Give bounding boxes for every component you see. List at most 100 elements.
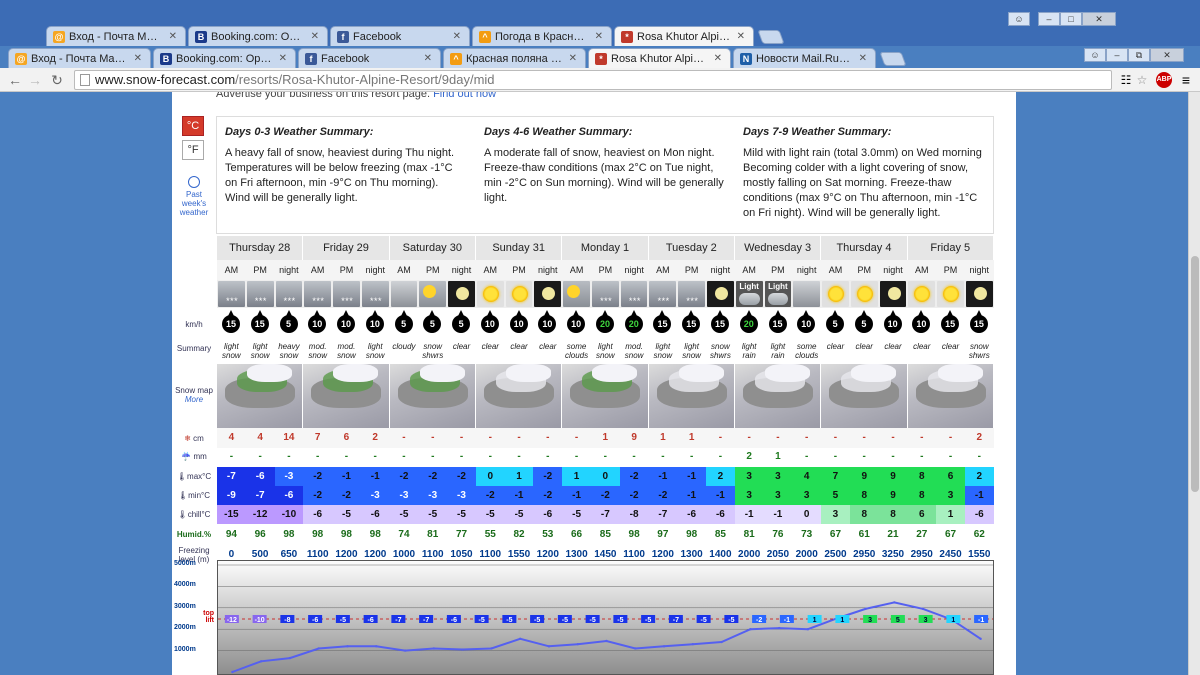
past-week-link[interactable]: Past week's weather [178, 176, 210, 217]
wind-arrow-icon: 15 [222, 310, 240, 333]
back-icon[interactable]: ← [6, 71, 24, 89]
tab-close-icon[interactable]: ✕ [424, 53, 432, 64]
snow-map-thumbnail[interactable] [475, 364, 563, 428]
wind-arrow-icon: 15 [653, 310, 672, 333]
max-temp-cell: 1 [504, 467, 534, 486]
tab-close-icon[interactable]: ✕ [134, 53, 142, 64]
max-temp-cell: 8 [907, 467, 937, 486]
snow-map-thumbnail[interactable] [389, 364, 476, 428]
tab-close-icon[interactable]: ✕ [859, 53, 867, 64]
snow-map-thumbnail[interactable] [217, 364, 304, 428]
snow-map-thumbnail[interactable] [734, 364, 822, 428]
advert-link[interactable]: Find out how [433, 92, 496, 100]
snow-weather-icon [275, 281, 303, 307]
wind-arrow-icon: 10 [797, 310, 816, 333]
close-button[interactable]: ✕ [1082, 12, 1116, 26]
snow-map-thumbnail[interactable] [907, 364, 994, 428]
humidity-cell: 98 [340, 529, 352, 540]
chill-temp-cell: -6 [964, 505, 994, 524]
tab-close-icon[interactable]: ✕ [279, 53, 287, 64]
freezing-level-point [403, 649, 407, 652]
weather-cell [562, 280, 591, 308]
minimize-button[interactable]: – [1038, 12, 1060, 26]
snow-map-thumbnail[interactable] [648, 364, 735, 428]
snow-map-thumbnail[interactable] [821, 364, 908, 428]
tab-close-icon[interactable]: ✕ [311, 31, 319, 42]
browser-tab[interactable]: @ Вход - Почта Mail.Ru ✕ [46, 26, 186, 46]
new-tab-button[interactable] [879, 52, 907, 66]
minimize-button[interactable]: – [1106, 48, 1128, 62]
restore-button[interactable]: ⧉ [1128, 48, 1150, 62]
snow-cell: 9 [619, 428, 649, 448]
browser-tab[interactable]: B Booking.com: Ореховая Рощ ✕ [153, 48, 296, 68]
reload-icon[interactable]: ↻ [48, 71, 66, 89]
humidity-cell: 73 [801, 529, 813, 540]
max-label: 🌡max°C [172, 472, 216, 481]
browser-tab[interactable]: ^ Погода в Красной Поляне - ✕ [472, 26, 612, 46]
tab-close-icon[interactable]: ✕ [714, 53, 722, 64]
tab-close-icon[interactable]: ✕ [595, 31, 603, 42]
new-tab-button[interactable] [757, 30, 785, 44]
tab-close-icon[interactable]: ✕ [169, 31, 177, 42]
fahrenheit-button[interactable]: °F [182, 140, 204, 160]
snow-map-label: Snow map More [172, 386, 216, 404]
period-label: night [706, 260, 735, 280]
humidity-cell: 27 [916, 529, 928, 540]
maximize-button[interactable]: □ [1060, 12, 1082, 26]
forecast-content: Advertise your business on this resort p… [172, 92, 1016, 675]
summary-cell: mod. snow [308, 342, 328, 360]
celsius-button[interactable]: °C [182, 116, 204, 136]
browser-tab[interactable]: * Rosa Khutor Alpine Resort De ✕ [614, 26, 754, 46]
adblock-icon[interactable]: ABP [1156, 72, 1172, 88]
menu-icon[interactable]: ≡ [1178, 72, 1194, 88]
tab-close-icon[interactable]: ✕ [453, 31, 461, 42]
browser-tab[interactable]: f Facebook ✕ [298, 48, 441, 68]
user-icon[interactable]: ☺ [1084, 48, 1106, 62]
wind-cell: 15 [648, 308, 677, 338]
scrollbar[interactable] [1188, 92, 1200, 675]
min-temp-cell: -1 [677, 486, 707, 505]
top-lift-temp-label: -1 [978, 617, 984, 624]
browser-tab[interactable]: @ Вход - Почта Mail.Ru ✕ [8, 48, 151, 68]
top-lift-temp-label: -12 [227, 617, 237, 624]
browser-tab[interactable]: ^ Красная поляна - Форум SK ✕ [443, 48, 586, 68]
wind-cell: 10 [361, 308, 390, 338]
chill-temp-cell: -6 [533, 505, 563, 524]
top-lift-temp-label: 3 [924, 617, 928, 624]
tab-close-icon[interactable]: ✕ [737, 31, 745, 42]
period-label: PM [245, 260, 275, 280]
scroll-thumb[interactable] [1191, 256, 1199, 492]
max-temp-cell: -1 [648, 467, 678, 486]
snow-map-more-link[interactable]: More [185, 395, 203, 404]
snow-cell: - [849, 428, 879, 448]
tab-close-icon[interactable]: ✕ [569, 53, 577, 64]
browser-tab[interactable]: f Facebook ✕ [330, 26, 470, 46]
close-button[interactable]: ✕ [1150, 48, 1184, 62]
moon-weather-icon [534, 281, 562, 307]
period-label: PM [936, 260, 965, 280]
summary-label: Summary [176, 344, 212, 353]
translate-icon[interactable]: ☷ [1118, 72, 1134, 88]
tab-title: Booking.com: Ореховая Рощ [211, 30, 305, 43]
snow-map-thumbnail[interactable] [303, 364, 390, 428]
freezing-level-point [259, 660, 263, 663]
rain-cell: - [574, 451, 579, 462]
summary-cell: light snow [682, 342, 701, 360]
tab-favicon-icon: f [337, 30, 349, 43]
period-label: AM [734, 260, 764, 280]
browser-tab[interactable]: B Booking.com: Ореховая Рощ ✕ [188, 26, 328, 46]
browser-tab[interactable]: * Rosa Khutor Alpine Resort 9 ✕ [588, 48, 731, 68]
max-unit: max°C [187, 472, 212, 481]
snow-map-thumbnail[interactable] [562, 364, 649, 428]
star-icon[interactable]: ☆ [1134, 72, 1150, 88]
forward-icon[interactable]: → [26, 71, 44, 89]
period-label: night [619, 260, 649, 280]
wind-cell: 15 [965, 308, 994, 338]
wind-arrow-icon: 10 [567, 310, 586, 333]
address-bar[interactable]: www.snow-forecast.com/resorts/Rosa-Khuto… [74, 70, 1112, 90]
chill-temp-cell: 3 [821, 505, 850, 524]
user-icon[interactable]: ☺ [1008, 12, 1030, 26]
wind-arrow-icon: 15 [941, 310, 960, 333]
browser-tab[interactable]: N Новости Mail.Ru: Курсы вал ✕ [733, 48, 876, 68]
rain-cell: - [258, 451, 262, 462]
